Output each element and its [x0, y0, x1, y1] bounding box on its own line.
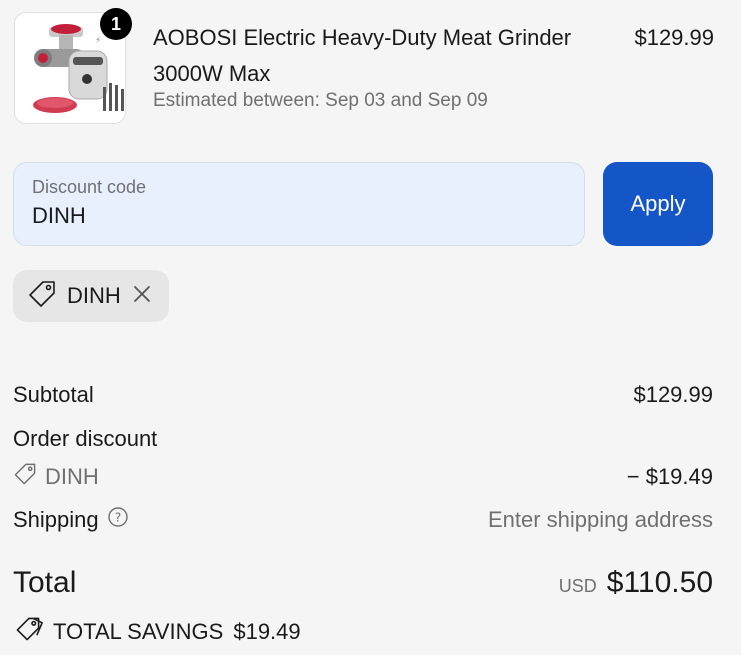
discount-code-input[interactable]: DINH	[32, 203, 86, 229]
svg-text:⚡: ⚡	[95, 36, 101, 46]
currency-code: USD	[558, 576, 597, 596]
tag-icon	[27, 279, 57, 314]
total-savings: TOTAL SAVINGS $19.49	[13, 615, 301, 649]
order-discount-label: Order discount	[13, 426, 158, 451]
savings-amount: $19.49	[233, 619, 301, 644]
order-discount-row: Order discount	[13, 426, 713, 452]
info-icon[interactable]: ?	[107, 506, 129, 534]
subtotal-row: Subtotal $129.99	[13, 382, 713, 408]
total-row: Total USD $110.50	[13, 566, 713, 600]
discount-code-row: DINH − $19.49	[13, 462, 713, 492]
tag-icon	[13, 462, 37, 492]
applied-code-label: DINH	[67, 283, 121, 308]
subtotal-label: Subtotal	[13, 382, 94, 407]
discount-code-label: Discount code	[32, 177, 147, 197]
shipping-value: Enter shipping address	[487, 507, 713, 532]
discount-code-field[interactable]: Discount code DINH	[13, 162, 585, 246]
savings-label: TOTAL SAVINGS	[53, 619, 224, 644]
tags-icon	[13, 615, 43, 649]
total-amount: $110.50	[606, 566, 713, 599]
shipping-label: Shipping	[13, 507, 99, 532]
apply-button[interactable]: Apply	[603, 162, 713, 246]
close-icon[interactable]	[131, 283, 153, 310]
total-label: Total	[13, 566, 77, 599]
delivery-estimate: Estimated between: Sep 03 and Sep 09	[153, 90, 488, 111]
quantity-badge: 1	[100, 8, 132, 40]
product-price: $129.99	[634, 25, 714, 50]
applied-code-chip: DINH	[13, 270, 169, 322]
product-name: AOBOSI Electric Heavy-Duty Meat Grinder …	[153, 25, 572, 86]
discount-amount: − $19.49	[626, 464, 713, 489]
svg-text:?: ?	[114, 511, 120, 525]
subtotal-value: $129.99	[633, 382, 713, 407]
shipping-row: Shipping ? Enter shipping address	[13, 506, 713, 534]
discount-code-name: DINH	[45, 464, 99, 489]
product-line-item: ⚡ 1 AOBOSI Electric Heavy-Duty Meat Grin…	[14, 8, 714, 128]
